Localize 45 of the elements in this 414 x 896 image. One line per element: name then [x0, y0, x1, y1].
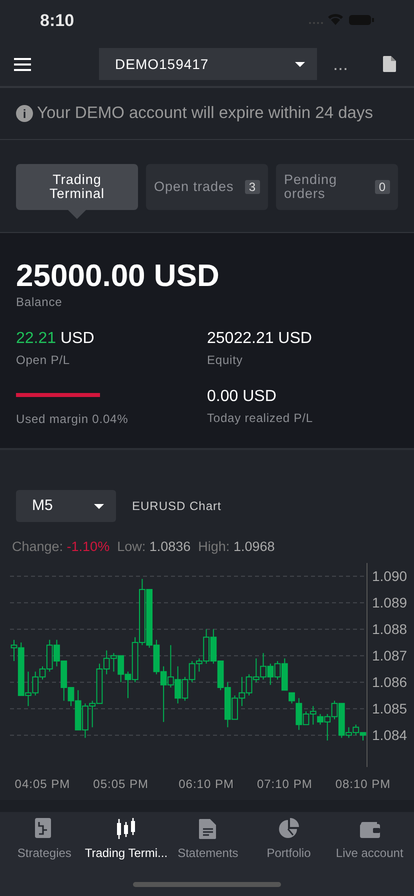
axis-tick-label: 1.085 — [372, 700, 408, 717]
stat-value: 25022.21 USD — [207, 329, 313, 350]
nav-tab[interactable]: Strategies — [4, 817, 85, 896]
stat-label: Used margin 0.04% — [16, 411, 130, 428]
axis-tick-label: 1.087 — [372, 648, 408, 664]
nav-tab[interactable]: Statements — [168, 817, 248, 896]
account-dropdown[interactable]: DEMO159417 — [99, 48, 317, 80]
stat-value: 0.00 USD — [207, 387, 278, 408]
battery-icon — [349, 15, 374, 25]
count-badge: 3 — [244, 180, 260, 194]
count-badge: 0 — [374, 180, 390, 194]
axis-tick-label: 1.090 — [372, 568, 408, 584]
axis-tick-label: 1.088 — [372, 621, 408, 638]
chart-title: EURUSD Chart — [132, 498, 222, 515]
stat-label: Open P/L — [16, 352, 71, 370]
balance-value: 25000.00 USD — [16, 259, 220, 294]
stat-label: Equity — [207, 352, 244, 370]
axis-tick-label: 1.089 — [372, 595, 408, 611]
pie-chart-icon — [276, 817, 301, 841]
caret-icon — [94, 504, 104, 508]
stat-label: Today realized P/L — [207, 410, 314, 428]
document-icon[interactable] — [383, 56, 396, 72]
axis-tick-label: 07:10 PM — [256, 777, 312, 792]
price-summary: Change: -1.10% Low: 1.0836 High: 1.0968 — [12, 538, 276, 556]
pl-value: 22.21 USD — [16, 329, 96, 350]
tab[interactable]: Pending orders 0 — [276, 164, 398, 210]
more-button[interactable]: ... — [329, 55, 352, 73]
nav-tab[interactable]: Live account — [329, 817, 410, 896]
axis-tick-label: 1.086 — [372, 674, 408, 690]
axis-tick-label: 08:10 PM — [335, 777, 391, 792]
expiry-notice: Your DEMO account will expire within 24 days — [37, 103, 373, 124]
balance-label: Balance — [16, 294, 64, 312]
axis-tick-label: 1.084 — [372, 727, 408, 744]
nav-tab[interactable]: Portfolio — [248, 817, 330, 896]
timeframe-dropdown[interactable]: M5 — [16, 490, 116, 522]
axis-tick-label: 06:10 PM — [178, 777, 234, 792]
status-time: 8:10 — [40, 12, 74, 31]
tab[interactable]: Open trades 3 — [146, 164, 268, 210]
caret-icon — [295, 62, 305, 66]
axis-tick-label: 04:05 PM — [14, 777, 70, 792]
tab-pointer — [68, 210, 86, 219]
menu-icon[interactable] — [14, 58, 31, 70]
axis-tick-label: 05:05 PM — [93, 777, 149, 792]
wifi-icon — [328, 14, 343, 25]
info-icon: i — [16, 105, 33, 122]
